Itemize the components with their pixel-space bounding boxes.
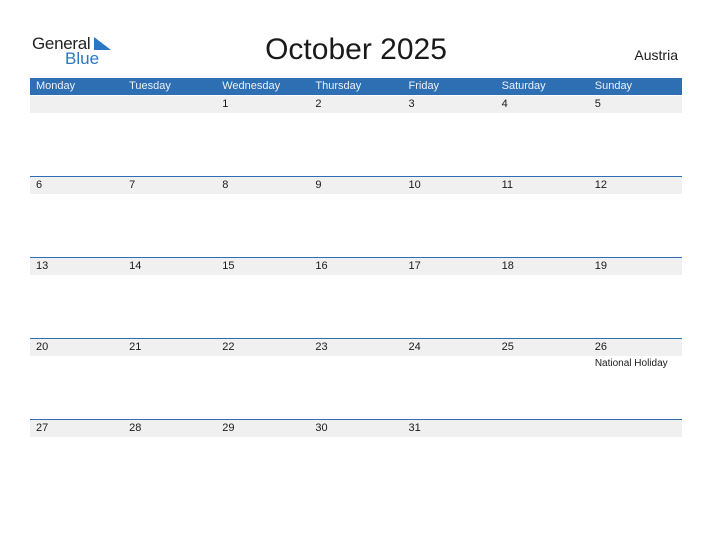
day-number: 9: [315, 179, 322, 191]
date-strip: 27 28 29 30 31: [30, 420, 682, 437]
day-number: 31: [408, 422, 421, 434]
date-strip: 20 21 22 23 24 25 26: [30, 339, 682, 356]
date-strip: 6 7 8 9 10 11 12: [30, 177, 682, 194]
day-number: 28: [129, 422, 142, 434]
day-number: 7: [129, 179, 136, 191]
day-number: 27: [36, 422, 49, 434]
day-number: 14: [129, 260, 142, 272]
day-number: 4: [501, 98, 508, 110]
day-number: 17: [408, 260, 421, 272]
week-row: 20 21 22 23 24 25 26 National Holiday: [30, 338, 682, 420]
day-number: 6: [36, 179, 43, 191]
day-number: 18: [501, 260, 514, 272]
weekday-wednesday: Wednesday: [222, 80, 281, 92]
day-number: 22: [222, 341, 235, 353]
day-number: 19: [594, 260, 607, 272]
weekday-header: Monday Tuesday Wednesday Thursday Friday…: [30, 78, 682, 95]
day-number: 23: [315, 341, 328, 353]
week-row: 13 14 15 16 17 18 19: [30, 257, 682, 339]
day-number: 24: [408, 341, 421, 353]
weekday-tuesday: Tuesday: [129, 80, 171, 92]
day-number: 8: [222, 179, 229, 191]
calendar-title: October 2025: [265, 33, 447, 66]
day-number: 15: [222, 260, 235, 272]
weekday-monday: Monday: [36, 80, 76, 92]
day-number: [589, 420, 682, 437]
day-number: 26: [594, 341, 607, 353]
weekday-thursday: Thursday: [315, 80, 362, 92]
day-number: 16: [315, 260, 328, 272]
country-label: Austria: [634, 47, 678, 63]
weekday-friday: Friday: [408, 80, 440, 92]
date-strip: 1 2 3 4 5: [30, 96, 682, 113]
day-number: [30, 96, 123, 113]
day-number: 29: [222, 422, 235, 434]
day-number: 10: [408, 179, 421, 191]
day-number: 1: [222, 98, 229, 110]
day-number: 20: [36, 341, 49, 353]
day-number: 13: [36, 260, 49, 272]
day-number: [496, 420, 589, 437]
week-row: 27 28 29 30 31: [30, 419, 682, 501]
day-number: 25: [501, 341, 514, 353]
day-number: 2: [315, 98, 322, 110]
week-row: 1 2 3 4 5: [30, 96, 682, 177]
day-number: 5: [594, 98, 601, 110]
holiday-label: National Holiday: [594, 358, 668, 369]
day-number: 30: [315, 422, 328, 434]
day-number: 12: [594, 179, 607, 191]
day-number: 21: [129, 341, 142, 353]
weekday-saturday: Saturday: [501, 80, 546, 92]
date-strip: 13 14 15 16 17 18 19: [30, 258, 682, 275]
day-number: [123, 96, 216, 113]
day-number: 11: [501, 179, 514, 191]
weekday-sunday: Sunday: [594, 80, 633, 92]
day-number: 3: [408, 98, 415, 110]
week-row: 6 7 8 9 10 11 12: [30, 176, 682, 258]
